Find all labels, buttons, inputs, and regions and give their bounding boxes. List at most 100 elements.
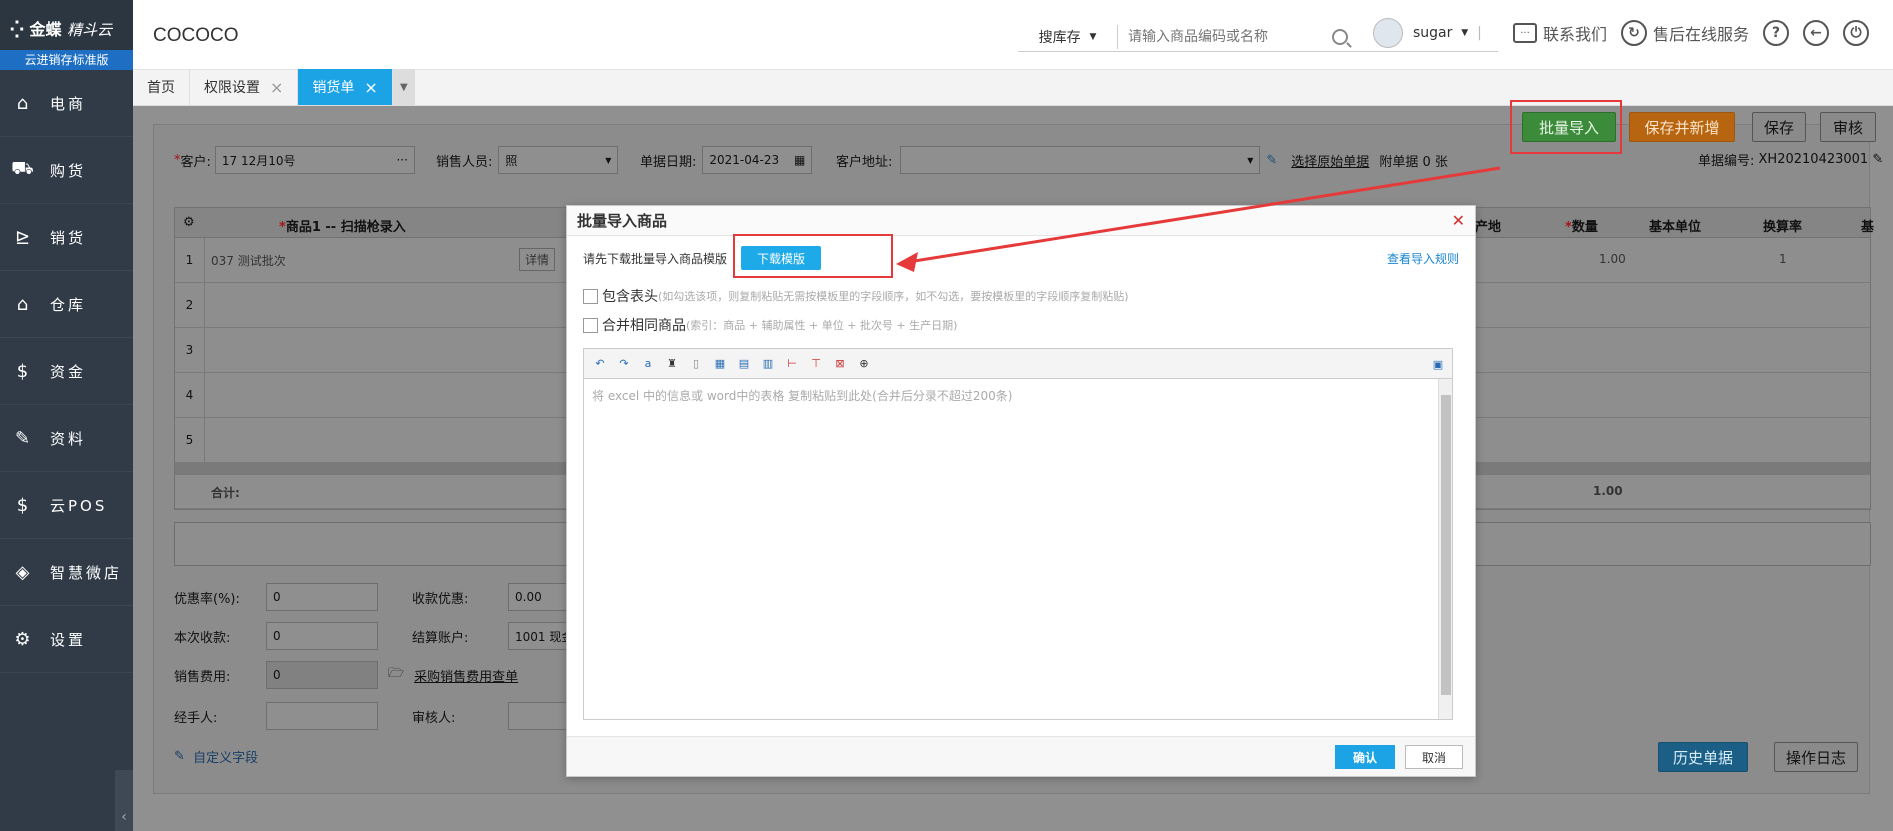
nav-label: 销货: [50, 228, 87, 247]
editor-scrollbar[interactable]: [1438, 379, 1452, 719]
edition-badge: 云进销存标准版: [0, 50, 133, 70]
nav-item-warehouse[interactable]: ⌂ 仓库: [0, 271, 133, 338]
highlight-batch-import: [1510, 100, 1622, 154]
undo-icon[interactable]: ↶: [592, 356, 608, 372]
this-collect-input[interactable]: 0: [266, 622, 378, 650]
folder-icon[interactable]: 🗁: [388, 664, 404, 686]
save-button[interactable]: 保存: [1752, 112, 1806, 142]
nav-item-funds[interactable]: $ 资金: [0, 338, 133, 405]
gear-icon: ⚙: [14, 628, 34, 650]
merge-products-option[interactable]: 合并相同商品 (索引：商品 + 辅助属性 + 单位 + 批次号 + 生产日期): [583, 315, 957, 335]
row-qty: 1.00: [1599, 252, 1626, 266]
tab-more-button[interactable]: ▼: [392, 69, 415, 105]
highlight-download: [733, 234, 893, 278]
sales-person-select[interactable]: 照 ▼: [498, 146, 619, 174]
redo-icon[interactable]: ↷: [616, 356, 632, 372]
service-link[interactable]: ↻ 售后在线服务: [1621, 20, 1749, 46]
preview-icon[interactable]: ⊕: [856, 356, 872, 372]
this-collect-label: 本次收款:: [174, 630, 231, 646]
close-icon[interactable]: ✕: [1452, 211, 1465, 230]
dialog-header: 批量导入商品 ✕: [567, 206, 1475, 236]
delete-column-icon[interactable]: ⊤: [808, 356, 824, 372]
nav-item-data[interactable]: ✎ 资料: [0, 405, 133, 472]
customer-field[interactable]: 17 12月10号 ···: [214, 146, 415, 174]
delete-row-icon[interactable]: ⊢: [784, 356, 800, 372]
contact-link[interactable]: ··· 联系我们: [1513, 21, 1607, 45]
col-origin: 产地: [1475, 220, 1502, 235]
discount-rate-input[interactable]: 0: [266, 583, 378, 611]
save-and-new-button[interactable]: 保存并新增: [1629, 112, 1735, 142]
nav-item-settings[interactable]: ⚙ 设置: [0, 606, 133, 673]
close-icon[interactable]: ×: [270, 78, 283, 97]
include-header-option[interactable]: 包含表头 (如勾选该项，则复制粘贴无需按模板里的字段顺序，如不勾选，要按模板里的…: [583, 286, 1129, 306]
import-rules-link[interactable]: 查看导入规则: [1387, 250, 1459, 267]
insert-row-icon[interactable]: ▤: [736, 356, 752, 372]
nav-label: 资料: [50, 429, 87, 448]
delete-table-icon[interactable]: ⊠: [832, 356, 848, 372]
power-icon[interactable]: ⏻: [1843, 20, 1870, 46]
close-icon[interactable]: ×: [364, 78, 377, 97]
collect-discount-label: 收款优惠:: [412, 591, 469, 607]
sidebar-collapse-button[interactable]: ‹: [115, 770, 133, 831]
scroll-thumb[interactable]: [1441, 395, 1451, 695]
date-field[interactable]: 2021-04-23 ▦: [702, 146, 813, 174]
table-icon[interactable]: ▦: [712, 356, 728, 372]
select-original-link[interactable]: 选择原始单据: [1291, 151, 1369, 170]
fullscreen-icon[interactable]: ▣: [1430, 356, 1446, 372]
insert-column-icon[interactable]: ▥: [760, 356, 776, 372]
handler-row: 经手人:: [174, 702, 378, 730]
service-label: 售后在线服务: [1653, 25, 1750, 44]
back-icon[interactable]: ←: [1803, 20, 1830, 46]
merge-products-checkbox[interactable]: [583, 317, 598, 333]
custom-field-row[interactable]: ✎ 自定义字段: [174, 747, 258, 766]
find-icon[interactable]: ♜: [664, 356, 680, 372]
handler-input[interactable]: [266, 702, 378, 730]
paste-area[interactable]: 将 excel 中的信息或 word中的表格 复制粘贴到此处(合并后分录不超过2…: [584, 379, 1440, 719]
sales-fee-label: 销售费用:: [174, 669, 231, 685]
cancel-button[interactable]: 取消: [1405, 745, 1463, 769]
gear-icon[interactable]: ⚙: [183, 215, 195, 230]
nav-item-sales[interactable]: ⊵ 销货: [0, 204, 133, 271]
audit-button[interactable]: 审核: [1820, 112, 1876, 142]
nav-item-pos[interactable]: $ 云POS: [0, 472, 133, 539]
nav-item-microshop[interactable]: ◈ 智慧微店: [0, 539, 133, 606]
brand-text: 金蝶: [29, 20, 62, 39]
caret-down-icon: ▼: [399, 81, 408, 93]
help-icon[interactable]: ?: [1763, 20, 1790, 46]
tab-sales-order[interactable]: 销货单 ×: [298, 69, 393, 105]
tab-label: 首页: [147, 80, 175, 96]
document-icon[interactable]: ▯: [688, 356, 704, 372]
address-select[interactable]: ▼: [900, 146, 1261, 174]
tab-home[interactable]: 首页: [133, 69, 190, 105]
nav-item-ecommerce[interactable]: ⌂ 电商: [0, 70, 133, 137]
text-icon[interactable]: a: [640, 356, 656, 372]
warehouse-icon: ⌂: [16, 293, 32, 315]
search-scope-select[interactable]: 搜库存 ▼: [1018, 24, 1118, 49]
search-input[interactable]: [1118, 28, 1318, 45]
detail-button[interactable]: 详情: [519, 248, 556, 271]
purchase-fee-link[interactable]: 采购销售费用查单: [414, 666, 518, 685]
history-button[interactable]: 历史单据: [1658, 742, 1748, 772]
collect-discount-input[interactable]: 0.00: [508, 583, 568, 611]
tab-permissions[interactable]: 权限设置 ×: [190, 69, 299, 105]
include-header-checkbox[interactable]: [583, 288, 598, 304]
search-icon[interactable]: [1332, 28, 1348, 45]
settle-account-select[interactable]: 1001 现金: [508, 622, 568, 650]
edit-icon[interactable]: ✎: [1872, 152, 1883, 167]
nav-label: 云POS: [50, 496, 108, 515]
custom-field-link[interactable]: 自定义字段: [193, 747, 258, 766]
oplog-button[interactable]: 操作日志: [1774, 742, 1858, 772]
reviewer-input[interactable]: [508, 702, 568, 730]
edit-icon[interactable]: ✎: [1266, 153, 1277, 168]
row-number: 2: [175, 283, 205, 327]
discount-rate-label: 优惠率(%):: [174, 591, 240, 607]
caret-down-icon: ▼: [1247, 155, 1254, 165]
user-menu[interactable]: sugar ▼ |: [1373, 18, 1482, 48]
nav-item-purchase[interactable]: ⛟ 购货: [0, 137, 133, 204]
confirm-button[interactable]: 确认: [1335, 745, 1395, 769]
divider: |: [1477, 25, 1482, 41]
contact-label: 联系我们: [1543, 25, 1608, 44]
dialog-title: 批量导入商品: [577, 212, 668, 230]
more-icon: ···: [396, 153, 408, 167]
chevron-left-icon: ‹: [121, 809, 127, 825]
